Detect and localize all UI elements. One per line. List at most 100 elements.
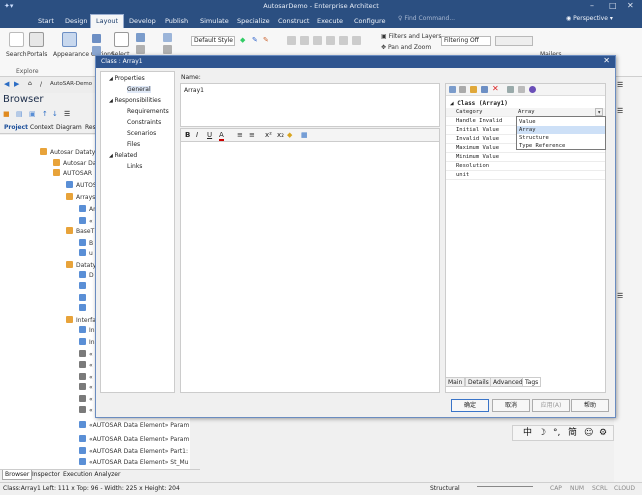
- panel-menu-icon[interactable]: ☰: [617, 81, 623, 89]
- home-icon[interactable]: ⌂: [28, 80, 32, 87]
- tab-tags[interactable]: Tags: [522, 377, 542, 387]
- numbered-list-button[interactable]: ≡: [249, 131, 255, 139]
- ribbon-portals-label[interactable]: Portals: [27, 51, 47, 58]
- portals-icon[interactable]: [29, 32, 44, 47]
- tool-icon[interactable]: [136, 33, 145, 42]
- menu-icon[interactable]: ☰: [64, 110, 70, 118]
- menu-layout[interactable]: Layout: [90, 14, 125, 28]
- align-icon[interactable]: [352, 36, 361, 45]
- layout-tool-icon[interactable]: [92, 34, 101, 43]
- dropdown-option[interactable]: Structure: [517, 134, 605, 142]
- ime-simplified-icon[interactable]: 简: [568, 426, 577, 440]
- tree-item[interactable]: Interfa: [66, 316, 96, 326]
- style-combo[interactable]: Default Style: [191, 36, 235, 46]
- tab-inspector[interactable]: Inspector: [30, 470, 62, 480]
- tree-item[interactable]: «AUTOSAR Data Element» Part1:: [79, 447, 188, 457]
- tree-item[interactable]: AUTOSAR: [53, 169, 92, 179]
- tree-item[interactable]: «AUTOSAR Data Element» Param: [79, 421, 189, 431]
- ribbon-search-label[interactable]: Search: [6, 51, 27, 58]
- tool-icon[interactable]: [136, 45, 145, 54]
- menu-execute[interactable]: Execute: [312, 15, 348, 27]
- tree-item[interactable]: «: [79, 373, 93, 383]
- delete-icon[interactable]: ✕: [492, 84, 499, 93]
- tree-item[interactable]: Autosar Datatyp: [40, 148, 99, 158]
- categorized-icon[interactable]: [449, 86, 456, 93]
- nav-item-properties[interactable]: ◢ Properties: [109, 75, 145, 82]
- perspective-button[interactable]: ◉ Perspective ▾: [566, 15, 613, 22]
- dropdown-arrow-icon[interactable]: ▾: [595, 108, 603, 116]
- nav-item-constraints[interactable]: Constraints: [127, 119, 161, 126]
- property-group-header[interactable]: ◢ Class (Array1): [450, 100, 508, 107]
- ime-chinese-icon[interactable]: 中: [523, 426, 532, 440]
- forward-icon[interactable]: ▶: [14, 80, 19, 88]
- tab-advanced[interactable]: Advanced: [490, 377, 526, 387]
- tree-item[interactable]: «: [79, 217, 93, 227]
- tab-diagram[interactable]: Diagram: [56, 124, 82, 131]
- tree-item[interactable]: AUTOS: [66, 181, 97, 191]
- bold-button[interactable]: B: [185, 131, 190, 139]
- align-icon[interactable]: [313, 36, 322, 45]
- filtering-combo[interactable]: Filtering Off: [441, 36, 491, 46]
- copy-icon[interactable]: [507, 86, 514, 93]
- tree-item[interactable]: Arrays: [66, 193, 95, 203]
- superscript-button[interactable]: x²: [265, 131, 272, 139]
- nav-item-scenarios[interactable]: Scenarios: [127, 130, 156, 137]
- tool-icon[interactable]: [163, 45, 172, 54]
- notes-editor[interactable]: [180, 141, 440, 393]
- maximize-button[interactable]: □: [609, 1, 617, 10]
- search-icon[interactable]: [9, 32, 24, 47]
- apply-button[interactable]: 应用(A): [532, 399, 570, 412]
- move-down-icon[interactable]: ↓: [52, 110, 58, 118]
- find-command-input[interactable]: Find Command...: [404, 15, 455, 22]
- panel-menu-icon[interactable]: ☰: [617, 292, 623, 300]
- name-field[interactable]: Array1: [180, 83, 440, 127]
- pan-zoom-button[interactable]: ✥ Pan and Zoom: [381, 44, 431, 51]
- appearance-icon[interactable]: [62, 32, 77, 47]
- nav-item-links[interactable]: Links: [127, 163, 142, 170]
- ok-button[interactable]: 确定: [451, 399, 489, 412]
- move-up-icon[interactable]: ↑: [42, 110, 48, 118]
- new-diagram-icon[interactable]: ▤: [16, 110, 23, 118]
- menu-simulate[interactable]: Simulate: [195, 15, 234, 27]
- tree-item[interactable]: [79, 304, 89, 314]
- tree-item[interactable]: «: [79, 395, 93, 405]
- tree-item[interactable]: [79, 294, 89, 304]
- menu-configure[interactable]: Configure: [349, 15, 391, 27]
- menu-specialize[interactable]: Specialize: [232, 15, 275, 27]
- zoom-slider[interactable]: [477, 486, 533, 491]
- dropdown-option[interactable]: Array: [517, 126, 605, 134]
- tree-item[interactable]: D: [79, 271, 94, 281]
- nav-item-requirements[interactable]: Requirements: [127, 108, 169, 115]
- insert-object-button[interactable]: ▦: [301, 131, 308, 139]
- menu-start[interactable]: Start: [33, 15, 59, 27]
- tree-item[interactable]: [79, 282, 89, 292]
- tree-item[interactable]: «: [79, 383, 93, 393]
- tree-item[interactable]: Dataty: [66, 261, 96, 271]
- find-command-box[interactable]: ♀ Find Command...: [398, 15, 538, 26]
- tree-item[interactable]: BaseT: [66, 227, 94, 237]
- layout-tool-icon[interactable]: [92, 46, 101, 55]
- sort-icon[interactable]: [459, 86, 466, 93]
- dialog-close-button[interactable]: ✕: [603, 56, 610, 65]
- tree-item[interactable]: u: [79, 249, 93, 259]
- close-window-button[interactable]: ✕: [627, 1, 634, 10]
- tool-icon[interactable]: [163, 33, 172, 42]
- tree-item[interactable]: «: [79, 361, 93, 371]
- back-icon[interactable]: ◀: [4, 80, 9, 88]
- ime-moon-icon[interactable]: ☽: [538, 426, 546, 440]
- line-color-icon[interactable]: ✎: [252, 36, 258, 44]
- tree-item[interactable]: In: [79, 338, 95, 348]
- panel-menu-icon[interactable]: ☰: [617, 107, 623, 115]
- cancel-button[interactable]: 取消: [492, 399, 530, 412]
- menu-design[interactable]: Design: [60, 15, 92, 27]
- ime-emoji-icon[interactable]: ☺: [584, 426, 593, 440]
- align-icon[interactable]: [287, 36, 296, 45]
- nav-item-files[interactable]: Files: [127, 141, 140, 148]
- menu-publish[interactable]: Publish: [160, 15, 193, 27]
- dropdown-option[interactable]: Type Reference: [517, 142, 605, 150]
- fill-color-icon[interactable]: ◆: [240, 36, 245, 44]
- menu-construct[interactable]: Construct: [273, 15, 314, 27]
- tree-item[interactable]: «: [79, 406, 93, 416]
- tab-execution-analyzer[interactable]: Execution Analyzer: [61, 470, 122, 480]
- columns-icon[interactable]: [518, 86, 525, 93]
